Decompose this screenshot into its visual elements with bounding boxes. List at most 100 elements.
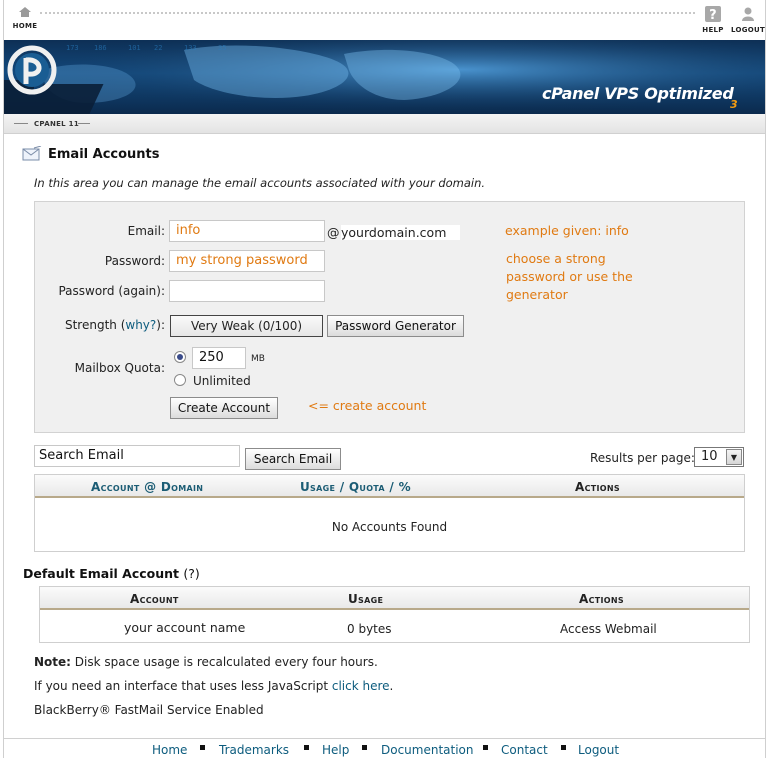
password-again-label: Password (again):: [58, 284, 165, 298]
strength-label-text: Strength (: [64, 318, 126, 332]
password-annotation-line-2: password or use the: [506, 269, 633, 284]
default-account-usage: 0 bytes: [347, 622, 392, 636]
quota-label: Mailbox Quota:: [74, 361, 165, 375]
logout-user-icon: [742, 7, 754, 21]
footer-separator: [483, 745, 488, 750]
nav-home-label: HOME: [12, 22, 38, 30]
quota-unit: MB: [251, 354, 265, 364]
nav-logout-label: LOGOUT: [730, 26, 766, 34]
email-label: Email:: [127, 224, 165, 238]
password-annotation-line-1: choose a strong: [506, 251, 606, 266]
results-per-page-select[interactable]: 10 ▼: [694, 447, 744, 467]
top-nav: HOME ? HELP LOGOUT: [4, 0, 765, 40]
less-js-note: If you need an interface that uses less …: [34, 679, 393, 693]
col-slash-label: /: [339, 480, 345, 494]
accounts-table: Account @ Domain Usage / Quota / % Actio…: [34, 474, 745, 552]
col-usage-label: Usage: [300, 480, 336, 494]
chevron-down-icon[interactable]: ▼: [726, 449, 742, 465]
domain-text: yourdomain.com: [341, 225, 461, 240]
footer-contact-link[interactable]: Contact: [501, 743, 548, 757]
col-default-account: Account: [130, 592, 179, 606]
col-percent-label: / %: [389, 480, 411, 494]
disk-usage-note: Note: Disk space usage is recalculated e…: [34, 655, 378, 669]
col-account-label: Account: [91, 480, 140, 494]
default-account-name: your account name: [124, 620, 246, 635]
at-sign: @: [327, 225, 340, 240]
default-account-table: Account Usage Actions your account name …: [39, 586, 750, 643]
footer-separator: [200, 745, 205, 750]
footer-separator: [304, 745, 309, 750]
footer-separator: [362, 745, 367, 750]
svg-text:35: 35: [218, 44, 226, 52]
footer-logout-link[interactable]: Logout: [578, 743, 619, 757]
col-default-usage: Usage: [348, 592, 384, 606]
brand-title: cPanel VPS Optimized: [542, 84, 734, 103]
less-js-text: If you need an interface that uses less …: [34, 679, 332, 693]
page-title: Email Accounts: [22, 146, 160, 162]
note-text: Disk space usage is recalculated every f…: [70, 655, 378, 669]
quota-unlimited-radio[interactable]: [174, 374, 186, 386]
envelope-icon: [22, 146, 42, 161]
svg-text:?: ?: [709, 8, 717, 22]
nav-help-label: HELP: [702, 26, 724, 34]
brand-name: cPanel: [542, 84, 599, 103]
col-quota-label: Quota: [348, 480, 385, 494]
password-generator-button[interactable]: Password Generator: [327, 315, 464, 337]
default-account-header: Account Usage Actions: [40, 587, 749, 610]
brand-version: 3: [730, 98, 738, 111]
click-here-link[interactable]: click here: [332, 679, 390, 693]
nav-home-link[interactable]: HOME: [10, 6, 40, 30]
nav-help-link[interactable]: ? HELP: [698, 6, 728, 34]
col-default-actions: Actions: [579, 592, 624, 606]
col-at-label: @: [144, 480, 157, 494]
footer-nav: Home Trademarks Help Documentation Conta…: [4, 738, 765, 758]
password-label: Password:: [104, 254, 165, 268]
col-domain-label: Domain: [160, 480, 204, 494]
cpanel-logo-icon: [7, 45, 57, 95]
svg-text:101: 101: [128, 44, 141, 52]
footer-trademarks-link[interactable]: Trademarks: [219, 743, 289, 757]
quota-unlimited-label: Unlimited: [193, 374, 251, 388]
help-icon: ?: [705, 6, 721, 22]
home-icon: [19, 7, 31, 17]
breadcrumb-line-right: [78, 123, 90, 124]
search-email-button[interactable]: Search Email: [245, 448, 341, 470]
default-account-help[interactable]: (?): [183, 566, 199, 581]
strength-meter: Very Weak (0/100): [170, 315, 323, 337]
footer-help-link[interactable]: Help: [322, 743, 349, 757]
footer-separator: [561, 745, 566, 750]
default-account-title-text: Default Email Account: [23, 566, 180, 581]
svg-text:173: 173: [66, 44, 79, 52]
results-per-page-value: 10: [701, 449, 718, 464]
page-title-text: Email Accounts: [48, 146, 160, 162]
svg-text:186: 186: [94, 44, 107, 52]
accounts-table-header: Account @ Domain Usage / Quota / % Actio…: [35, 475, 744, 498]
col-usage-quota[interactable]: Usage / Quota / %: [300, 480, 411, 494]
strength-label: Strength (why?):: [35, 318, 165, 332]
access-webmail-link[interactable]: Access Webmail: [560, 622, 657, 636]
email-input[interactable]: info: [169, 220, 325, 242]
breadcrumb-line-left: [14, 123, 28, 124]
svg-text:22: 22: [154, 44, 162, 52]
password-annotation: choose a strong password or use the gene…: [506, 250, 633, 304]
col-actions: Actions: [575, 480, 620, 494]
note-label: Note:: [34, 655, 71, 669]
page-intro: In this area you can manage the email ac…: [34, 176, 486, 190]
password-again-input[interactable]: [169, 280, 325, 302]
blackberry-link[interactable]: BlackBerry® FastMail Service Enabled: [34, 703, 264, 717]
footer-home-link[interactable]: Home: [152, 743, 187, 757]
create-annotation: <= create account: [308, 398, 427, 413]
nav-logout-link[interactable]: LOGOUT: [730, 6, 766, 34]
col-account-domain[interactable]: Account @ Domain: [91, 480, 203, 494]
brand-suffix: VPS Optimized: [604, 84, 734, 103]
quota-input[interactable]: 250: [192, 347, 246, 369]
create-account-button[interactable]: Create Account: [170, 397, 278, 419]
svg-text:133: 133: [184, 44, 197, 52]
less-js-end: .: [389, 679, 394, 693]
quota-limited-radio[interactable]: [174, 351, 186, 363]
strength-label-close: ):: [156, 318, 165, 332]
password-input[interactable]: my strong password: [169, 250, 325, 272]
footer-documentation-link[interactable]: Documentation: [381, 743, 474, 757]
strength-why-link[interactable]: why?: [125, 318, 156, 332]
search-email-input[interactable]: Search Email: [34, 445, 240, 467]
